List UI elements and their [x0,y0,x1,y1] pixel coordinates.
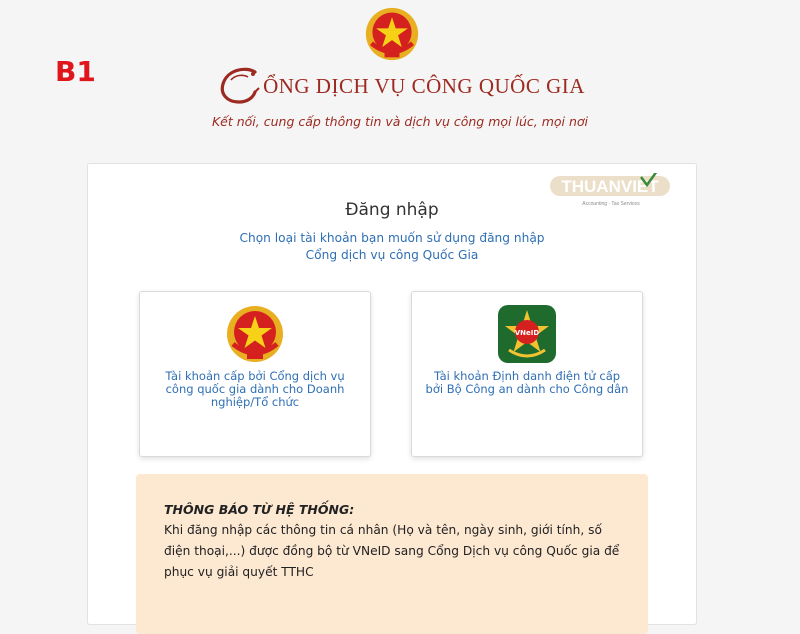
portal-title: ỔNG DỊCH VỤ CÔNG QUỐC GIA [263,73,585,98]
business-account-label: Tài khoản cấp bởi Cổng dịch vụ công quốc… [165,369,345,409]
business-account-option[interactable]: Tài khoản cấp bởi Cổng dịch vụ công quốc… [139,291,371,457]
portal-logo[interactable]: ỔNG DỊCH VỤ CÔNG QUỐC GIA [215,66,585,106]
vneid-icon: VNeID [498,305,556,363]
login-title: Đăng nhập [345,200,439,220]
vneid-account-option[interactable]: VNeID Tài khoản Định danh điện tử cấp bở… [411,291,643,457]
system-notice: THÔNG BÁO TỪ HỆ THỐNG: Khi đăng nhập các… [136,474,648,634]
national-emblem-icon [365,7,419,61]
notice-body: Khi đăng nhập các thông tin cá nhân (Họ … [164,523,620,579]
portal-tagline: Kết nối, cung cấp thông tin và dịch vụ c… [211,114,589,129]
vneid-badge-text: VNeID [515,329,540,337]
notice-title: THÔNG BÁO TỪ HỆ THỐNG: [164,502,355,517]
vneid-account-label: Tài khoản Định danh điện tử cấp bởi Bộ C… [425,369,629,396]
login-desc-line-1: Chọn loại tài khoản bạn muốn sử dụng đăn… [239,231,545,245]
login-description: Chọn loại tài khoản bạn muốn sử dụng đăn… [88,230,696,264]
brand-header: ỔNG DỊCH VỤ CÔNG QUỐC GIA [0,66,800,111]
login-desc-line-2: Cổng dịch vụ công Quốc Gia [305,248,479,262]
national-emblem-icon [227,306,283,362]
login-card: THUANVIET Accounting · Tax Services Đăng… [87,163,697,634]
dragon-logo-icon [220,67,260,104]
